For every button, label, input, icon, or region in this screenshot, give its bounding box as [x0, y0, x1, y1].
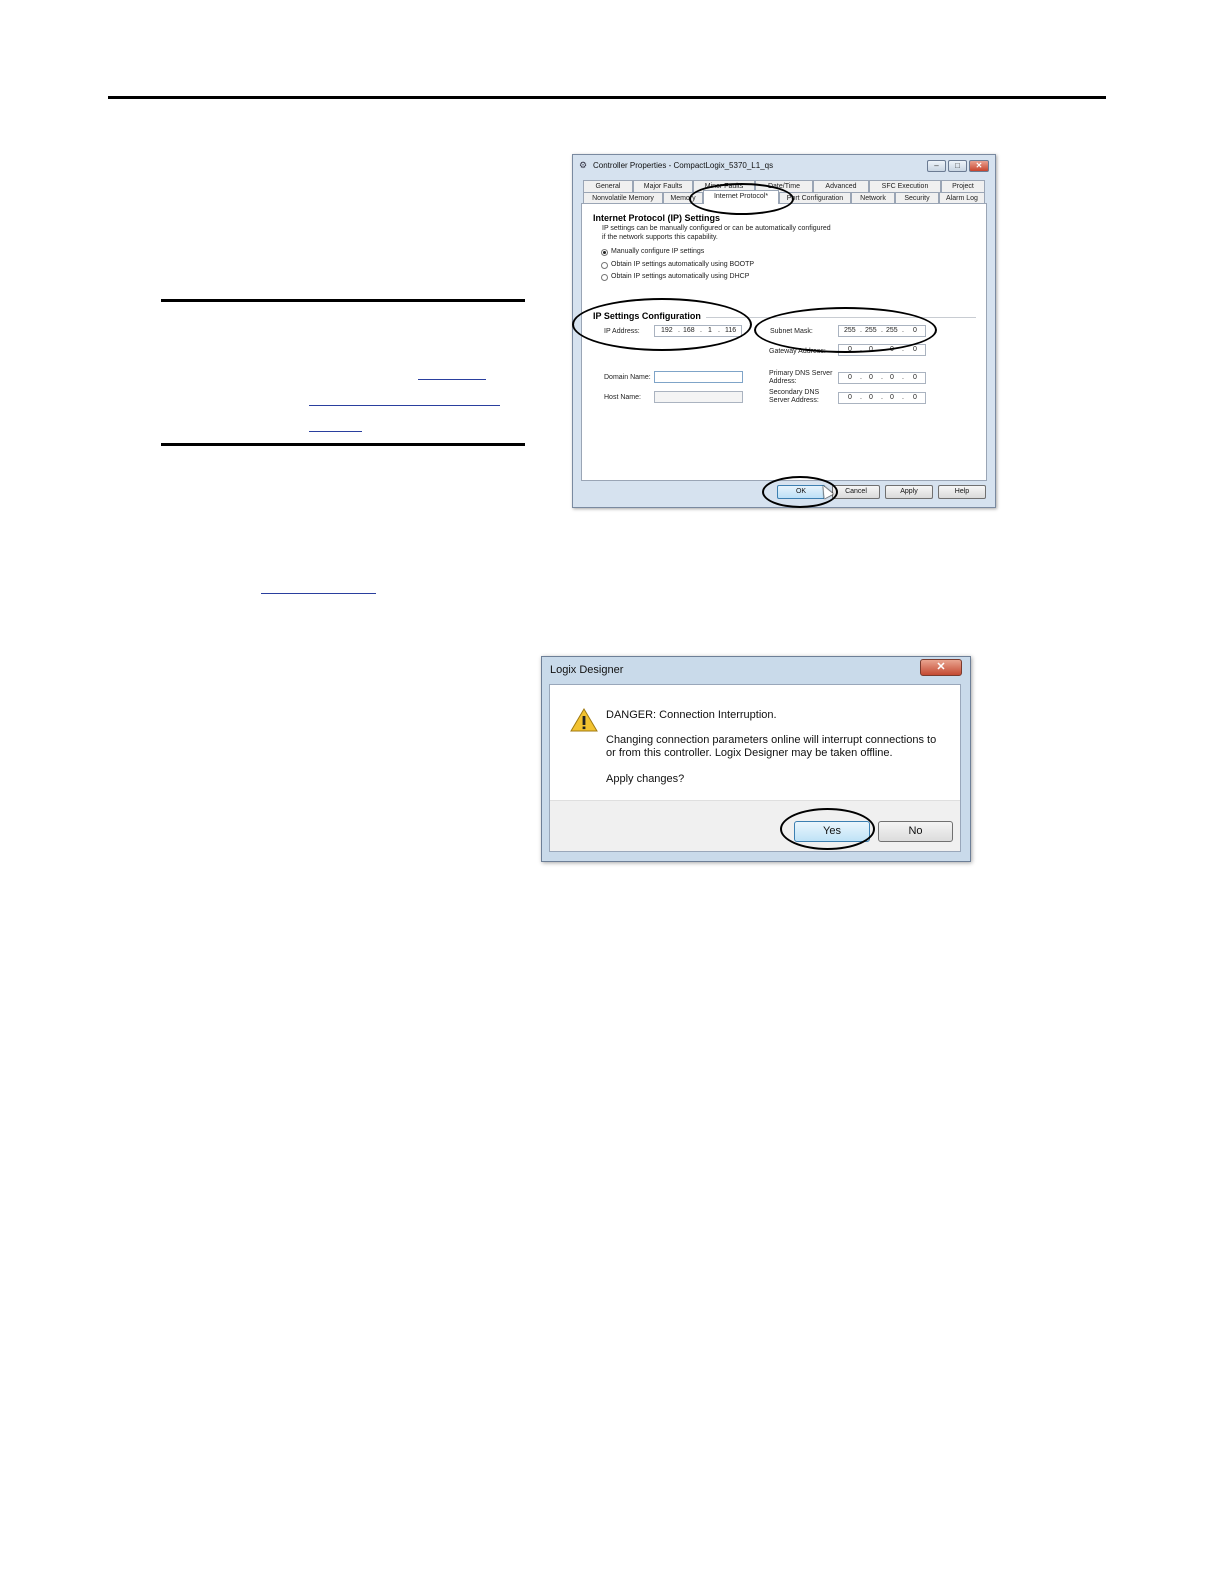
- secondary-dns-label-2: Server Address:: [769, 397, 819, 404]
- radio-dhcp-label[interactable]: Obtain IP settings automatically using D…: [611, 273, 749, 280]
- highlight-circle-subnet-mask: [754, 307, 937, 353]
- danger-heading: DANGER: Connection Interruption.: [606, 709, 777, 721]
- ip-settings-heading: Internet Protocol (IP) Settings: [593, 213, 721, 223]
- radio-manual[interactable]: [601, 249, 608, 256]
- dialog-title: Logix Designer: [550, 664, 624, 676]
- apply-button[interactable]: Apply: [885, 485, 933, 499]
- message-line2: or from this controller. Logix Designer …: [606, 747, 893, 759]
- note-box-bottom-rule: [161, 443, 525, 446]
- apply-question: Apply changes?: [606, 773, 685, 785]
- gw-octet-4: 0: [913, 346, 917, 353]
- header-rule: [108, 96, 1106, 99]
- controller-app-icon: ⚙: [579, 160, 588, 170]
- ip-dot: .: [902, 394, 904, 401]
- secondary-dns-label-1: Secondary DNS: [769, 389, 820, 396]
- note-box-top-rule: [161, 299, 525, 302]
- sdns-octet-2: 0: [869, 394, 873, 401]
- secondary-dns-field[interactable]: 0 . 0 . 0 . 0: [838, 392, 926, 404]
- tab-sfc-execution[interactable]: SFC Execution: [869, 180, 941, 192]
- pdns-octet-3: 0: [890, 374, 894, 381]
- dialog-body: DANGER: Connection Interruption. Changin…: [549, 684, 961, 852]
- primary-dns-label-1: Primary DNS Server: [769, 370, 833, 377]
- highlight-circle-yes-button: [780, 808, 875, 850]
- maximize-icon[interactable]: □: [948, 160, 967, 172]
- ip-dot: .: [860, 394, 862, 401]
- tab-advanced[interactable]: Advanced: [813, 180, 869, 192]
- radio-bootp-label[interactable]: Obtain IP settings automatically using B…: [611, 261, 754, 268]
- close-icon[interactable]: ✕: [969, 160, 989, 172]
- ip-description-line2: if the network supports this capability.: [602, 234, 718, 241]
- pdns-octet-4: 0: [913, 374, 917, 381]
- hyperlink-underline-4[interactable]: [261, 593, 376, 594]
- hyperlink-underline-1[interactable]: [418, 379, 486, 380]
- pdns-octet-2: 0: [869, 374, 873, 381]
- hyperlink-underline-2[interactable]: [309, 405, 500, 406]
- ip-dot: .: [881, 374, 883, 381]
- highlight-circle-ip-address: [572, 298, 752, 351]
- no-button[interactable]: No: [878, 821, 953, 842]
- tab-project[interactable]: Project: [941, 180, 985, 192]
- ip-description-line1: IP settings can be manually configured o…: [602, 225, 831, 232]
- tab-major-faults[interactable]: Major Faults: [633, 180, 693, 192]
- sdns-octet-3: 0: [890, 394, 894, 401]
- sdns-octet-4: 0: [913, 394, 917, 401]
- tab-internet-protocol[interactable]: Internet Protocol*: [703, 190, 779, 204]
- domain-name-label: Domain Name:: [604, 374, 651, 381]
- host-name-label: Host Name:: [604, 394, 641, 401]
- warning-icon: [570, 708, 598, 732]
- cancel-button[interactable]: Cancel: [832, 485, 880, 499]
- radio-bootp[interactable]: [601, 262, 608, 269]
- highlight-circle-ok-button: [762, 476, 838, 508]
- primary-dns-label-2: Address:: [769, 378, 797, 385]
- radio-manual-label[interactable]: Manually configure IP settings: [611, 248, 704, 255]
- sdns-octet-1: 0: [848, 394, 852, 401]
- ip-dot: .: [860, 374, 862, 381]
- ip-dot: .: [902, 374, 904, 381]
- logix-designer-dialog: Logix Designer ✕ DANGER: Connection Inte…: [541, 656, 971, 862]
- dialog-title: Controller Properties - CompactLogix_537…: [593, 161, 774, 170]
- ip-dot: .: [881, 394, 883, 401]
- close-icon[interactable]: ✕: [920, 659, 962, 676]
- message-line1: Changing connection parameters online wi…: [606, 734, 937, 746]
- radio-dhcp[interactable]: [601, 274, 608, 281]
- minimize-icon[interactable]: –: [927, 160, 946, 172]
- primary-dns-field[interactable]: 0 . 0 . 0 . 0: [838, 372, 926, 384]
- host-name-input[interactable]: [654, 391, 743, 403]
- tab-general[interactable]: General: [583, 180, 633, 192]
- help-button[interactable]: Help: [938, 485, 986, 499]
- hyperlink-underline-3[interactable]: [309, 431, 362, 432]
- pdns-octet-1: 0: [848, 374, 852, 381]
- domain-name-input[interactable]: [654, 371, 743, 383]
